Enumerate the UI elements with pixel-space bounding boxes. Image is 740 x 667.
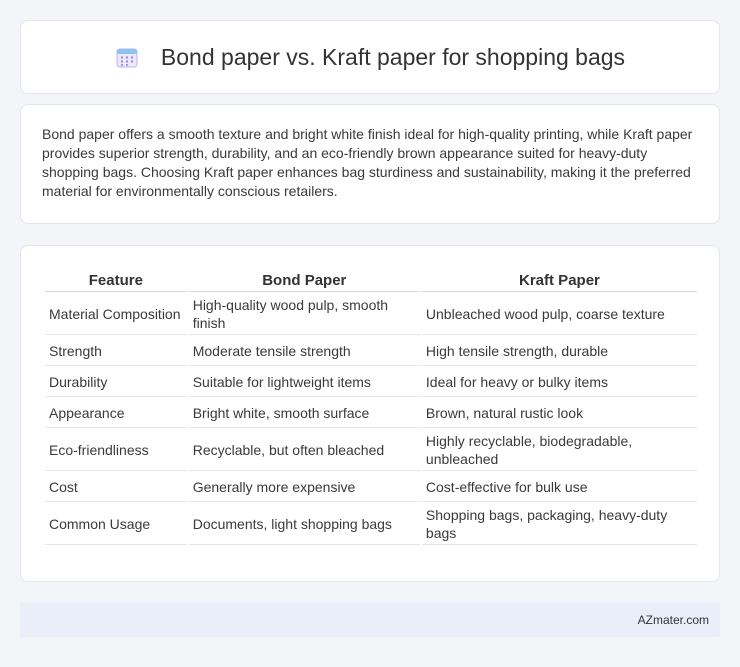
comparison-table: Feature Bond Paper Kraft Paper Material … (43, 268, 699, 547)
table-row: Common Usage Documents, light shopping b… (45, 504, 697, 545)
feature-cell: Strength (45, 337, 187, 366)
kraft-cell: Highly recyclable, biodegradable, unblea… (421, 430, 697, 471)
header-bond-paper: Bond Paper (188, 270, 420, 292)
kraft-cell: Ideal for heavy or bulky items (421, 368, 697, 397)
bond-cell: High-quality wood pulp, smooth finish (188, 294, 420, 335)
feature-cell: Material Composition (45, 294, 187, 335)
calendar-icon (116, 48, 138, 68)
title-wrap: Bond paper vs. Kraft paper for shopping … (115, 44, 625, 71)
table-row: Material Composition High-quality wood p… (45, 294, 697, 335)
kraft-cell: Shopping bags, packaging, heavy-duty bag… (421, 504, 697, 545)
kraft-cell: Cost-effective for bulk use (421, 473, 697, 502)
feature-cell: Cost (45, 473, 187, 502)
footer-source-link[interactable]: AZmater.com (638, 613, 709, 627)
page-title: Bond paper vs. Kraft paper for shopping … (160, 43, 626, 70)
kraft-cell: Unbleached wood pulp, coarse texture (421, 294, 697, 335)
feature-cell: Appearance (45, 399, 187, 428)
bond-cell: Generally more expensive (188, 473, 420, 502)
footer: AZmater.com (20, 602, 720, 637)
kraft-cell: Brown, natural rustic look (421, 399, 697, 428)
intro-card: Bond paper offers a smooth texture and b… (20, 104, 720, 224)
table-row: Cost Generally more expensive Cost-effec… (45, 473, 697, 502)
feature-cell: Durability (45, 368, 187, 397)
title-card: Bond paper vs. Kraft paper for shopping … (20, 20, 720, 94)
bond-cell: Documents, light shopping bags (188, 504, 420, 545)
table-row: Appearance Bright white, smooth surface … (45, 399, 697, 428)
feature-cell: Common Usage (45, 504, 187, 545)
table-row: Eco-friendliness Recyclable, but often b… (45, 430, 697, 471)
comparison-card: Feature Bond Paper Kraft Paper Material … (20, 245, 720, 582)
table-row: Durability Suitable for lightweight item… (45, 368, 697, 397)
header-feature: Feature (45, 270, 187, 292)
table-row: Strength Moderate tensile strength High … (45, 337, 697, 366)
bond-cell: Moderate tensile strength (188, 337, 420, 366)
header-kraft-paper: Kraft Paper (421, 270, 697, 292)
table-header-row: Feature Bond Paper Kraft Paper (45, 270, 697, 292)
bond-cell: Recyclable, but often bleached (188, 430, 420, 471)
bond-cell: Suitable for lightweight items (188, 368, 420, 397)
feature-cell: Eco-friendliness (45, 430, 187, 471)
kraft-cell: High tensile strength, durable (421, 337, 697, 366)
intro-text: Bond paper offers a smooth texture and b… (42, 126, 693, 199)
bond-cell: Bright white, smooth surface (188, 399, 420, 428)
